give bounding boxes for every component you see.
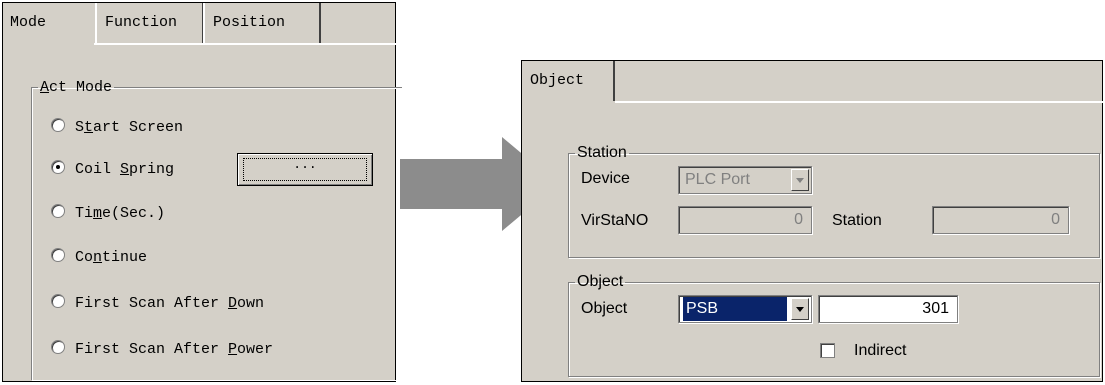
object-dialog: Object Station Device PLC Port VirStaNO … bbox=[521, 60, 1103, 382]
station-label: Station bbox=[832, 212, 882, 229]
radio-time-sec[interactable]: Time(Sec.) bbox=[51, 203, 165, 225]
tab-strip-line bbox=[94, 43, 396, 45]
station-group: Station bbox=[568, 144, 1100, 258]
mode-dialog: Mode Function Position Act Mode Start Sc… bbox=[2, 2, 402, 382]
virsta-label: VirStaNO bbox=[581, 212, 649, 229]
object-group: Object bbox=[568, 273, 1100, 377]
station-field: 0 bbox=[932, 206, 1069, 234]
chevron-down-icon bbox=[791, 169, 809, 191]
tab-function[interactable]: Function bbox=[95, 3, 203, 43]
tab-strip-line bbox=[615, 101, 1103, 103]
object-address-input[interactable]: 301 bbox=[818, 295, 958, 323]
object-label: Object bbox=[581, 300, 628, 317]
virsta-field: 0 bbox=[678, 206, 812, 234]
indirect-checkbox[interactable] bbox=[820, 343, 835, 358]
radio-first-scan-after-down[interactable]: First Scan After Down bbox=[51, 293, 264, 315]
tab-position[interactable]: Position bbox=[203, 3, 321, 43]
device-select: PLC Port bbox=[678, 166, 812, 194]
device-label: Device bbox=[581, 170, 630, 187]
station-group-title: Station bbox=[577, 144, 627, 161]
tab-object[interactable]: Object bbox=[522, 61, 615, 101]
tab-mode[interactable]: Mode bbox=[3, 3, 90, 43]
chevron-down-icon[interactable] bbox=[791, 298, 809, 320]
radio-button-icon[interactable] bbox=[51, 294, 65, 309]
radio-continue[interactable]: Continue bbox=[51, 247, 147, 269]
radio-button-icon[interactable] bbox=[51, 340, 65, 355]
indirect-label: Indirect bbox=[854, 342, 907, 359]
radio-button-icon[interactable] bbox=[51, 204, 65, 219]
object-type-select[interactable]: PSB bbox=[678, 295, 812, 323]
coil-spring-settings-button[interactable]: ... bbox=[237, 153, 373, 186]
device-select-value: PLC Port bbox=[685, 171, 750, 188]
radio-coil-spring[interactable]: Coil Spring bbox=[51, 159, 174, 181]
radio-first-scan-after-power[interactable]: First Scan After Power bbox=[51, 339, 273, 361]
act-mode-title: Act Mode bbox=[40, 79, 113, 96]
object-group-title: Object bbox=[577, 273, 624, 290]
radio-start-screen[interactable]: Start Screen bbox=[51, 117, 183, 139]
radio-button-icon[interactable] bbox=[51, 248, 65, 263]
radio-button-checked-icon[interactable] bbox=[51, 160, 65, 175]
radio-button-icon[interactable] bbox=[51, 118, 65, 133]
object-type-value: PSB bbox=[683, 297, 787, 321]
